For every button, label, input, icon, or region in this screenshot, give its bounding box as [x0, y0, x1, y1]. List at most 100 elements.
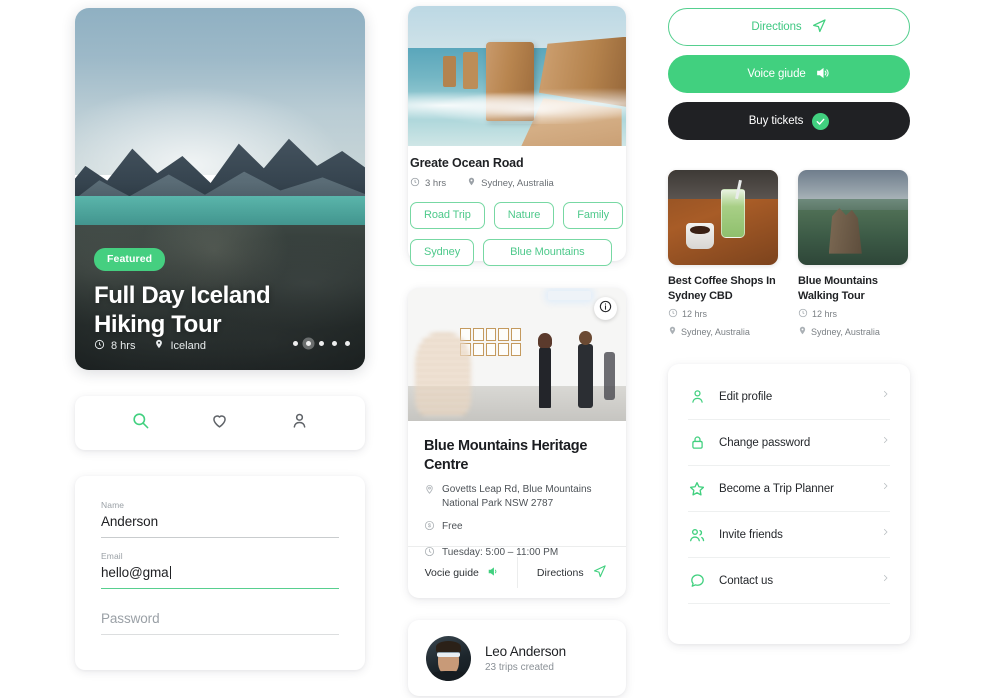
name-field-label: Name: [101, 500, 125, 510]
heritage-title: Blue Mountains Heritage Centre: [424, 438, 588, 473]
voice-guide-button[interactable]: Voice giude: [668, 55, 910, 93]
carousel-dot[interactable]: [293, 341, 298, 346]
settings-menu-card: Edit profile Change password Become a Tr…: [668, 364, 910, 644]
tag-blue-mountains[interactable]: Blue Mountains: [483, 239, 612, 266]
location-pin-icon: [467, 176, 476, 190]
clock-icon: [94, 339, 105, 353]
email-field-label: Email: [101, 551, 123, 561]
navigation-arrow-icon: [811, 18, 827, 37]
carousel-dot[interactable]: [332, 341, 337, 346]
chevron-right-icon: [881, 387, 890, 406]
nav-favorites-button[interactable]: [203, 406, 237, 440]
menu-item-label: Contact us: [719, 574, 773, 587]
great-ocean-road-duration: 3 hrs: [425, 177, 447, 189]
lock-icon: [688, 434, 706, 451]
great-ocean-road-card[interactable]: Greate Ocean Road 3 hrs Sydney, Australi…: [408, 6, 626, 266]
heritage-address: Govetts Leap Rd, Blue Mountains National…: [442, 484, 592, 510]
clock-icon: [410, 177, 420, 190]
hero-duration: 8 hrs: [111, 339, 136, 352]
person-icon: [688, 388, 706, 405]
name-input[interactable]: Anderson: [101, 514, 339, 538]
tour-thumb-location: Sydney, Australia: [681, 326, 750, 337]
heritage-directions-label: Directions: [536, 566, 584, 579]
buy-tickets-button-label: Buy tickets: [748, 115, 804, 127]
tag-family[interactable]: Family: [563, 202, 624, 229]
heritage-gallery-image: [408, 288, 626, 421]
menu-item-become-trip-planner[interactable]: Become a Trip Planner: [688, 466, 890, 512]
menu-item-invite-friends[interactable]: Invite friends: [688, 512, 890, 558]
heritage-directions-button[interactable]: Directions: [518, 547, 627, 598]
nav-profile-button[interactable]: [282, 406, 316, 440]
tag-road-trip[interactable]: Road Trip: [410, 202, 485, 229]
tag-sydney[interactable]: Sydney: [410, 239, 475, 266]
menu-item-label: Edit profile: [719, 390, 773, 403]
location-pin-icon: [154, 338, 164, 353]
tag-list: Road Trip Nature Family Sydney Blue Moun…: [408, 202, 626, 276]
search-icon: [131, 411, 150, 435]
profile-subtitle: 23 trips created: [485, 661, 554, 673]
navigation-arrow-icon: [592, 564, 607, 582]
voice-guide-button-label: Voice giude: [747, 68, 806, 80]
heart-icon: [210, 411, 229, 435]
hero-meta: 8 hrs Iceland: [94, 338, 206, 353]
menu-item-label: Become a Trip Planner: [719, 482, 834, 495]
menu-item-label: Invite friends: [719, 528, 783, 541]
great-ocean-road-image: [408, 6, 626, 146]
carousel-dots[interactable]: [293, 341, 350, 346]
tour-thumb-coffee-shops[interactable]: Best Coffee Shops In Sydney CBD 12 hrs S…: [668, 170, 778, 338]
carousel-dot[interactable]: [319, 341, 324, 346]
star-icon: [688, 480, 706, 498]
menu-item-change-password[interactable]: Change password: [688, 420, 890, 466]
clock-icon: [798, 308, 808, 320]
password-input[interactable]: Password: [101, 611, 339, 635]
heritage-voice-guide-button[interactable]: Vocie guide: [408, 547, 517, 598]
tour-thumb-location-row: Sydney, Australia: [798, 325, 908, 338]
menu-item-edit-profile[interactable]: Edit profile: [688, 374, 890, 420]
tour-thumb-title: Blue Mountains Walking Tour: [798, 275, 878, 302]
email-field-group: Email hello@gma: [101, 551, 339, 589]
heritage-price-row: Free: [424, 520, 610, 536]
tour-thumb-location: Sydney, Australia: [811, 326, 880, 337]
chevron-right-icon: [881, 571, 890, 590]
email-input[interactable]: hello@gma: [101, 565, 339, 589]
check-circle-icon: [812, 112, 830, 130]
avatar: [426, 635, 471, 681]
menu-item-label: Change password: [719, 436, 811, 449]
text-caret: [169, 566, 171, 579]
password-field-group: Password: [101, 611, 339, 635]
location-pin-icon: [424, 483, 435, 511]
heritage-address-row: Govetts Leap Rd, Blue Mountains National…: [424, 483, 610, 511]
tour-thumb-duration-row: 12 hrs: [668, 308, 778, 320]
heritage-price: Free: [442, 521, 463, 533]
user-profile-card[interactable]: Leo Anderson 23 trips created: [408, 620, 626, 696]
heritage-action-bar: Vocie guide Directions: [408, 546, 626, 598]
chevron-right-icon: [881, 433, 890, 452]
great-ocean-road-title: Greate Ocean Road: [410, 156, 524, 170]
heritage-centre-card[interactable]: Blue Mountains Heritage Centre Govetts L…: [408, 288, 626, 598]
chevron-right-icon: [881, 479, 890, 498]
directions-button[interactable]: Directions: [668, 8, 910, 46]
great-ocean-road-location: Sydney, Australia: [481, 177, 554, 189]
tour-thumb-blue-mountains[interactable]: Blue Mountains Walking Tour 12 hrs Sydne…: [798, 170, 908, 338]
coffee-shop-image: [668, 170, 778, 265]
info-button[interactable]: [594, 297, 617, 320]
hero-tour-card[interactable]: Featured Full Day Iceland Hiking Tour 8 …: [75, 8, 365, 370]
tour-thumb-duration: 12 hrs: [682, 309, 708, 320]
chat-icon: [688, 572, 706, 589]
signup-form-card: Name Anderson Email hello@gma Password: [75, 476, 365, 670]
speaker-icon: [815, 65, 831, 84]
menu-item-contact-us[interactable]: Contact us: [688, 558, 890, 604]
buy-tickets-button[interactable]: Buy tickets: [668, 102, 910, 140]
heritage-voice-guide-label: Vocie guide: [424, 566, 479, 579]
carousel-dot-active[interactable]: [306, 341, 311, 346]
hero-title: Full Day Iceland Hiking Tour: [94, 282, 271, 339]
email-input-value: hello@gma: [101, 565, 169, 580]
location-pin-icon: [668, 325, 677, 338]
profile-name: Leo Anderson: [485, 643, 566, 659]
nav-search-button[interactable]: [124, 406, 158, 440]
tag-nature[interactable]: Nature: [493, 202, 555, 229]
featured-badge: Featured: [94, 248, 166, 271]
blue-mountains-image: [798, 170, 908, 265]
carousel-dot[interactable]: [345, 341, 350, 346]
tour-thumb-duration-row: 12 hrs: [798, 308, 908, 320]
